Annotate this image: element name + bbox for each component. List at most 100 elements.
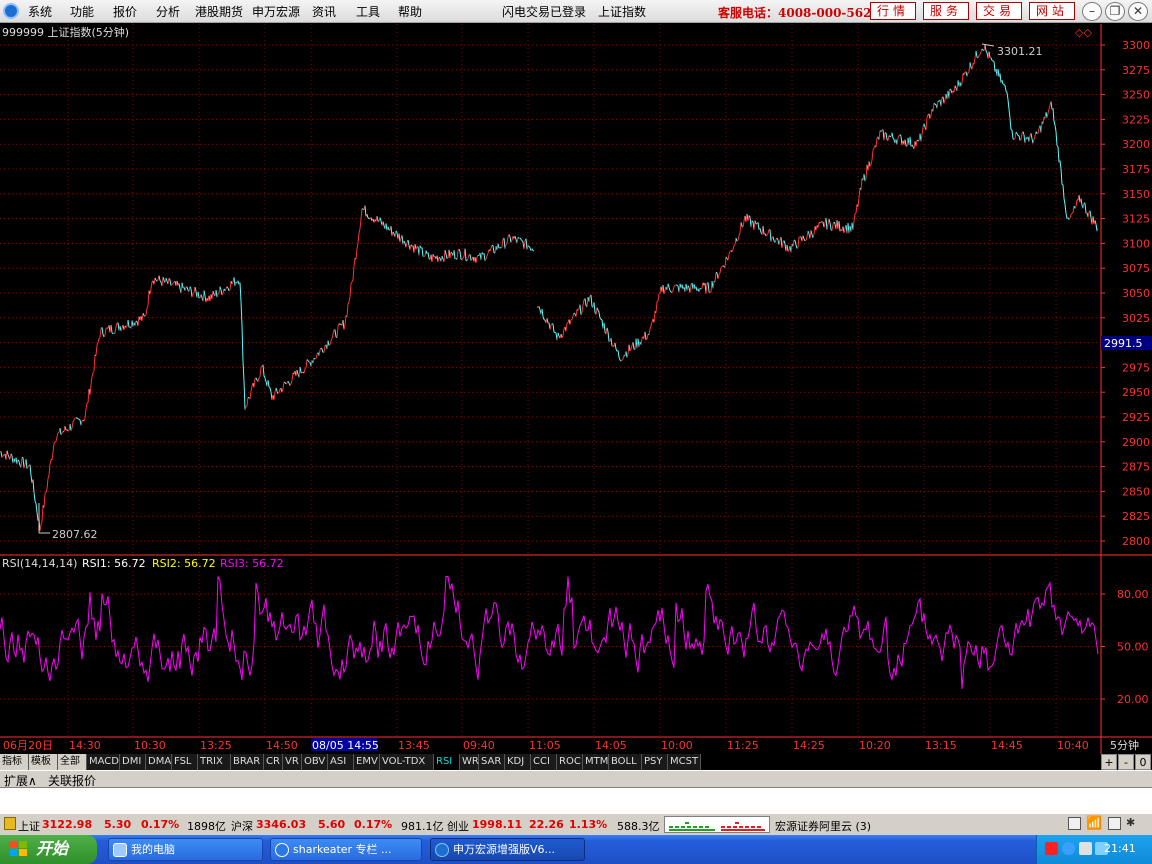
menu-analysis[interactable]: 分析 — [156, 3, 180, 20]
settings-icon[interactable]: ✱ — [1126, 816, 1135, 829]
indicator-tab-macd[interactable]: MACD — [87, 754, 120, 770]
indicator-tab-obv[interactable]: OBV — [302, 754, 328, 770]
price-tick-label: 2875 — [1122, 461, 1150, 474]
login-status: 闪电交易已登录 — [502, 5, 587, 19]
ime-icon[interactable] — [1079, 842, 1092, 855]
minimize-icon[interactable]: – — [1082, 2, 1102, 21]
task-browser[interactable]: sharkeater 专栏 ... — [270, 838, 422, 861]
indicator-tab-cci[interactable]: CCI — [531, 754, 557, 770]
indicator-tab-asi[interactable]: ASI — [328, 754, 354, 770]
price-segment — [285, 382, 288, 385]
indicator-tab-roc[interactable]: ROC — [557, 754, 583, 770]
indicator-tab-mcst[interactable]: MCST — [668, 754, 701, 770]
rsi-header: RSI(14,14,14) — [2, 557, 77, 570]
menu-swhy[interactable]: 申万宏源 — [252, 3, 300, 20]
expand-diamond-icon[interactable]: ◇◇ — [1075, 26, 1092, 39]
menu-system[interactable]: 系统 — [28, 3, 52, 20]
price-segment — [268, 386, 271, 389]
low-label: 2807.62 — [52, 528, 98, 541]
price-segment — [736, 240, 739, 242]
price-segment — [192, 292, 195, 295]
price-tick-label: 3200 — [1122, 138, 1150, 151]
hs-pct: 0.17% — [354, 818, 393, 831]
time-label: 10:20 — [859, 739, 891, 752]
cy-pct: 1.13% — [569, 818, 608, 831]
indicator-tab-psy[interactable]: PSY — [642, 754, 668, 770]
price-segment — [245, 405, 248, 407]
price-segment — [338, 323, 341, 325]
remove-indicator-button[interactable]: - — [1118, 754, 1134, 770]
hs-price: 3346.03 — [256, 818, 307, 831]
sh-price: 3122.98 — [42, 818, 93, 831]
task-my-computer[interactable]: 我的电脑 — [108, 838, 263, 861]
expand-bar: 扩展∧ 关联报价 — [0, 770, 1152, 788]
window-icon[interactable] — [1108, 817, 1121, 830]
time-label: 14:30 — [69, 739, 101, 752]
service-button[interactable]: 服务 — [923, 2, 969, 20]
restore-icon[interactable]: ❐ — [1105, 2, 1125, 21]
indicator-tab-vr[interactable]: VR — [283, 754, 302, 770]
indicator-tab-rsi[interactable]: RSI — [434, 754, 460, 770]
indicator-tab-brar[interactable]: BRAR — [231, 754, 264, 770]
indicator-tab-dma[interactable]: DMA — [146, 754, 172, 770]
menu-hk-futures[interactable]: 港股期货 — [195, 3, 243, 20]
menu-quote[interactable]: 报价 — [113, 3, 137, 20]
price-tick-label: 3050 — [1122, 287, 1150, 300]
price-segment — [720, 266, 723, 268]
antivirus-icon[interactable] — [1045, 842, 1058, 855]
market-button[interactable]: 行情 — [870, 2, 916, 20]
price-segment — [733, 244, 736, 246]
price-segment — [277, 392, 280, 395]
price-segment — [172, 281, 175, 284]
price-segment — [1070, 213, 1073, 215]
price-segment — [787, 250, 790, 252]
start-button[interactable]: 开始 — [0, 835, 97, 864]
time-label: 11:25 — [727, 739, 759, 752]
task-label: 我的电脑 — [131, 843, 175, 856]
website-button[interactable]: 网站 — [1029, 2, 1075, 20]
time-label: 06月20日 — [3, 739, 53, 752]
indicator-tab-trix[interactable]: TRIX — [198, 754, 231, 770]
menu-function[interactable]: 功能 — [70, 3, 94, 20]
indicator-tab-boll[interactable]: BOLL — [609, 754, 642, 770]
kline-chart-svg[interactable]: 999999 上证指数(5分钟) ◇◇ 3300 3275 3250 3225 3200… — [0, 24, 1152, 754]
indicator-tab-指标[interactable]: 指标 — [0, 754, 29, 770]
price-segment — [577, 308, 580, 311]
network-icon[interactable] — [1062, 842, 1075, 855]
indicator-tab-wr[interactable]: WR — [460, 754, 479, 770]
indicator-tab-vol-tdx[interactable]: VOL-TDX — [380, 754, 434, 770]
time-label: 14:45 — [991, 739, 1023, 752]
taskbar: 开始 我的电脑 sharkeater 专栏 ... 申万宏源增强版V6... 2… — [0, 835, 1152, 864]
indicator-tab-模板[interactable]: 模板 — [29, 754, 58, 770]
layout-icon[interactable] — [1068, 817, 1081, 830]
price-tick-label: 3100 — [1122, 237, 1150, 250]
task-trading-app[interactable]: 申万宏源增强版V6... — [430, 838, 585, 861]
cy-amount: 588.3亿 — [617, 820, 660, 833]
breadth-meter — [664, 816, 770, 833]
indicator-tab-emv[interactable]: EMV — [354, 754, 380, 770]
menu-news[interactable]: 资讯 — [312, 3, 336, 20]
indicator-tab-sar[interactable]: SAR — [479, 754, 505, 770]
app-window: 系统 功能 报价 分析 港股期货 申万宏源 资讯 工具 帮助 闪电交易已登录 上… — [0, 0, 1152, 864]
indicator-tab-cr[interactable]: CR — [264, 754, 283, 770]
reset-indicator-button[interactable]: 0 — [1135, 754, 1151, 770]
trade-button[interactable]: 交易 — [976, 2, 1022, 20]
sh-change: 5.30 — [104, 818, 132, 831]
price-tick-label: 2825 — [1122, 510, 1150, 523]
menu-help[interactable]: 帮助 — [398, 3, 422, 20]
price-segment — [532, 250, 535, 252]
close-icon[interactable]: ✕ — [1128, 2, 1148, 21]
time-label: 14:25 — [793, 739, 825, 752]
indicator-tab-mtm[interactable]: MTM — [583, 754, 609, 770]
browser-icon — [275, 843, 289, 857]
indicator-tab-fsl[interactable]: FSL — [172, 754, 198, 770]
indicator-tab-kdj[interactable]: KDJ — [505, 754, 531, 770]
taskbar-clock: 21:41 — [1104, 842, 1136, 855]
menu-tools[interactable]: 工具 — [356, 3, 380, 20]
add-indicator-button[interactable]: + — [1101, 754, 1117, 770]
indicator-tab-dmi[interactable]: DMI — [120, 754, 146, 770]
indicator-tab-全部[interactable]: 全部 — [58, 754, 87, 770]
chart-area[interactable]: 999999 上证指数(5分钟) ◇◇ 3300 3275 3250 3225 3200… — [0, 24, 1152, 754]
price-segment — [967, 71, 970, 73]
price-segment — [708, 291, 711, 293]
